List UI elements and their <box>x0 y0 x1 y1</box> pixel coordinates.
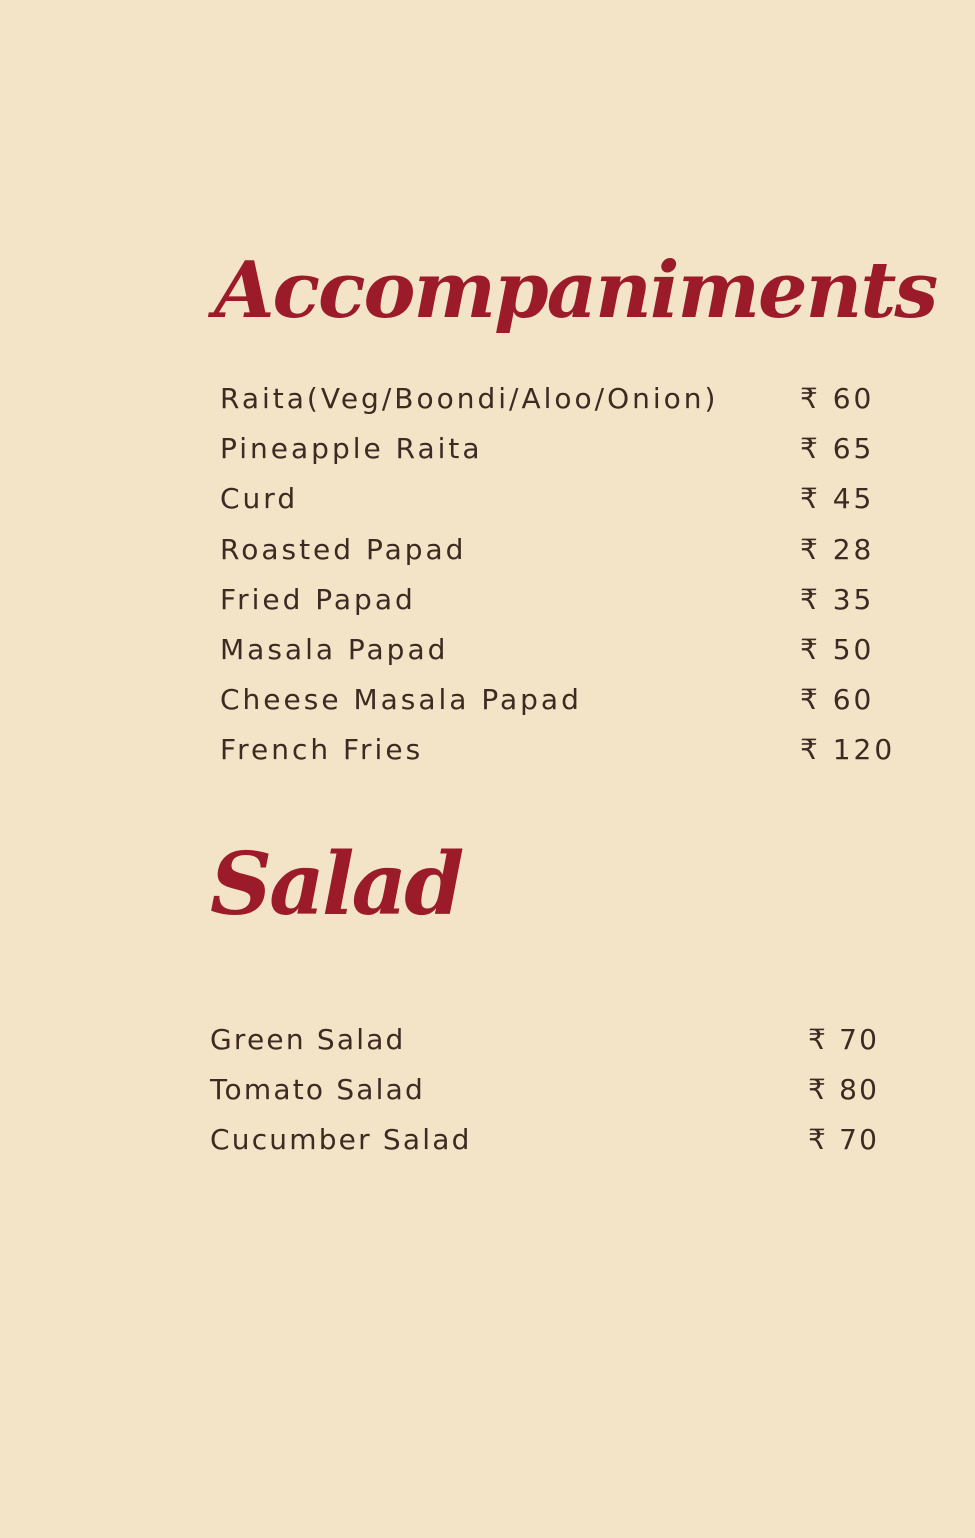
menu-item: Cucumber Salad ₹ 70 <box>210 1120 890 1160</box>
menu-item: Green Salad ₹ 70 <box>210 1020 890 1060</box>
item-price: ₹ 45 <box>800 482 875 515</box>
item-price: ₹ 70 <box>808 1123 880 1156</box>
item-name: Cheese Masala Papad <box>220 683 582 716</box>
menu-item: Masala Papad ₹ 50 <box>220 630 900 670</box>
item-name: Tomato Salad <box>210 1073 425 1106</box>
menu-item: Roasted Papad ₹ 28 <box>220 530 900 570</box>
item-name: Roasted Papad <box>220 533 467 566</box>
menu-item: Pineapple Raita ₹ 65 <box>220 429 900 469</box>
item-price: ₹ 60 <box>800 683 875 716</box>
item-name: Green Salad <box>210 1023 406 1056</box>
menu-item: Curd ₹ 45 <box>220 479 900 519</box>
item-name: Fried Papad <box>220 583 416 616</box>
item-price: ₹ 65 <box>800 432 875 465</box>
item-name: Curd <box>220 482 299 515</box>
menu-item: Raita(Veg/Boondi/Aloo/Onion) ₹ 60 <box>220 379 900 419</box>
menu-item: Tomato Salad ₹ 80 <box>210 1070 890 1110</box>
item-price: ₹ 50 <box>800 633 875 666</box>
item-price: ₹ 60 <box>800 382 875 415</box>
menu-item: French Fries ₹ 120 <box>220 730 900 770</box>
item-name: Raita(Veg/Boondi/Aloo/Onion) <box>220 382 719 415</box>
item-name: Masala Papad <box>220 633 449 666</box>
item-price: ₹ 35 <box>800 583 875 616</box>
item-name: French Fries <box>220 733 424 766</box>
item-name: Cucumber Salad <box>210 1123 472 1156</box>
salad-heading: Salad <box>210 834 464 935</box>
menu-item: Fried Papad ₹ 35 <box>220 580 900 620</box>
menu-item: Cheese Masala Papad ₹ 60 <box>220 680 900 720</box>
item-price: ₹ 80 <box>808 1073 880 1106</box>
item-price: ₹ 28 <box>800 533 875 566</box>
item-price: ₹ 120 <box>800 733 896 766</box>
accompaniments-heading: Accompaniments <box>214 245 938 336</box>
item-price: ₹ 70 <box>808 1023 880 1056</box>
item-name: Pineapple Raita <box>220 432 483 465</box>
